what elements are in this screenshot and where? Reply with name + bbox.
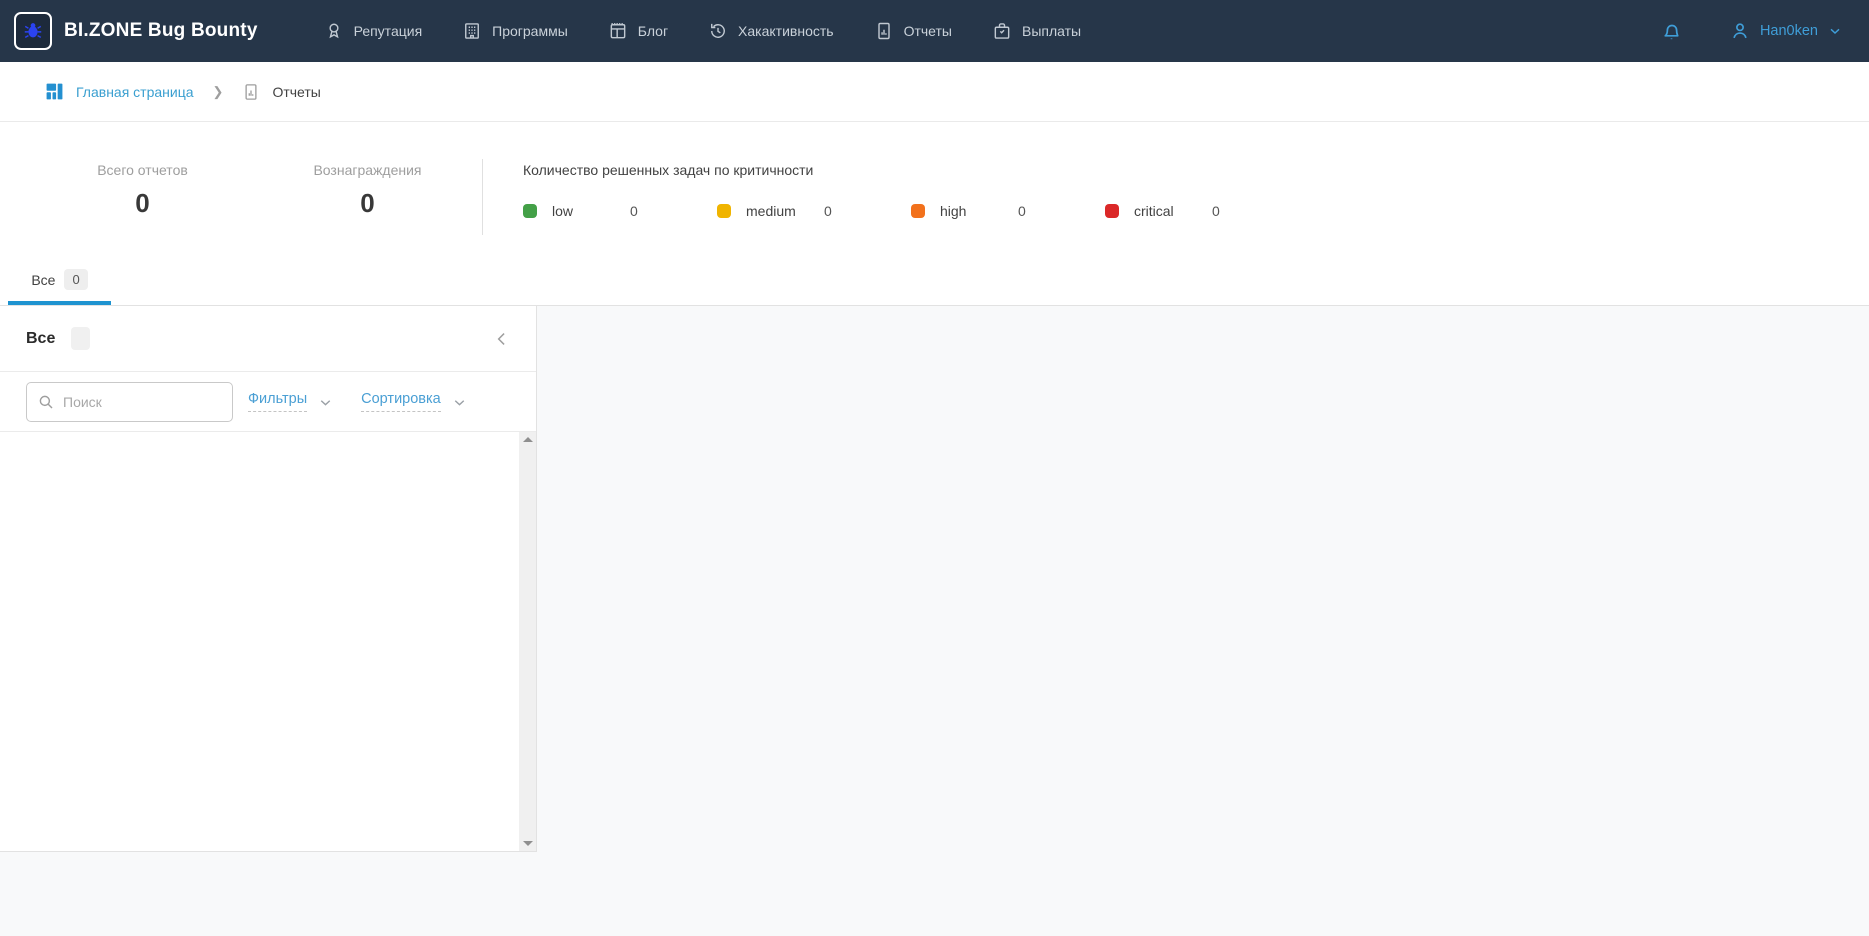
breadcrumb-home-link[interactable]: Главная страница xyxy=(76,84,194,100)
tab-all[interactable]: Все 0 xyxy=(8,258,111,305)
blog-icon xyxy=(608,21,628,41)
panel-toolbar: Фильтры Сортировка xyxy=(0,372,536,432)
chevron-down-icon xyxy=(451,394,468,411)
navbar-right: Han0ken xyxy=(1660,20,1843,43)
search-icon xyxy=(37,393,55,411)
building-icon xyxy=(462,21,482,41)
filters-dropdown[interactable]: Фильтры xyxy=(248,391,334,412)
nav-item-payouts[interactable]: Выплаты xyxy=(992,21,1081,41)
severity-stats: Количество решенных задач по критичности… xyxy=(523,162,1299,258)
nav-item-reports[interactable]: Отчеты xyxy=(874,21,952,41)
severity-legend: low 0 medium 0 high 0 critical 0 xyxy=(523,203,1299,219)
report-doc-icon xyxy=(242,83,260,101)
panel-header: Все xyxy=(0,306,536,372)
severity-label: critical xyxy=(1134,203,1212,219)
reports-tabs: Все 0 xyxy=(0,258,1869,306)
chevron-down-icon xyxy=(1827,23,1843,39)
stat-value: 0 xyxy=(30,188,255,219)
severity-count: 0 xyxy=(824,203,832,219)
main-nav: Репутация Программы Блог xyxy=(324,21,1082,41)
high-swatch-icon xyxy=(911,204,925,218)
vertical-divider xyxy=(482,159,483,235)
chevron-down-icon xyxy=(317,394,334,411)
tab-label: Все xyxy=(31,272,55,288)
breadcrumb-current-label: Отчеты xyxy=(272,84,320,100)
briefcase-icon xyxy=(992,21,1012,41)
breadcrumb-separator-icon: ❯ xyxy=(213,84,224,100)
medium-swatch-icon xyxy=(717,204,731,218)
dashboard-grid-icon xyxy=(45,82,64,101)
reports-empty-list xyxy=(0,432,536,851)
stats-section: Всего отчетов 0 Вознаграждения 0 Количес… xyxy=(0,122,1869,258)
severity-count: 0 xyxy=(1212,203,1220,219)
nav-item-programs[interactable]: Программы xyxy=(462,21,568,41)
scroll-up-arrow-icon[interactable] xyxy=(523,437,533,442)
severity-item-critical: critical 0 xyxy=(1105,203,1299,219)
history-icon xyxy=(708,21,728,41)
severity-item-high: high 0 xyxy=(911,203,1105,219)
nav-item-hackactivity[interactable]: Хакактивность xyxy=(708,21,834,41)
nav-label: Хакактивность xyxy=(738,23,834,39)
breadcrumb-current: Отчеты xyxy=(242,83,320,101)
stat-total-reports: Всего отчетов 0 xyxy=(30,162,255,258)
stat-label: Вознаграждения xyxy=(255,162,480,178)
collapse-panel-chevron-left-icon[interactable] xyxy=(492,329,512,349)
severity-item-medium: medium 0 xyxy=(717,203,911,219)
brand-title: BI.ZONE Bug Bounty xyxy=(64,20,258,42)
breadcrumb: Главная страница ❯ Отчеты xyxy=(0,62,1869,122)
report-detail-empty-area xyxy=(537,306,1869,936)
severity-label: high xyxy=(940,203,1018,219)
user-menu[interactable]: Han0ken xyxy=(1729,20,1843,42)
nav-label: Блог xyxy=(638,23,668,39)
nav-label: Выплаты xyxy=(1022,23,1081,39)
scroll-down-arrow-icon[interactable] xyxy=(523,841,533,846)
report-icon xyxy=(874,21,894,41)
severity-count: 0 xyxy=(1018,203,1026,219)
severity-title: Количество решенных задач по критичности xyxy=(523,162,1299,178)
low-swatch-icon xyxy=(523,204,537,218)
reports-list-panel: Все Фильтры xyxy=(0,306,537,852)
stat-label: Всего отчетов xyxy=(30,162,255,178)
severity-count: 0 xyxy=(630,203,638,219)
nav-label: Отчеты xyxy=(904,23,952,39)
top-navbar: BI.ZONE Bug Bounty Репутация Программы xyxy=(0,0,1869,62)
severity-item-low: low 0 xyxy=(523,203,717,219)
nav-label: Репутация xyxy=(354,23,423,39)
stat-rewards: Вознаграждения 0 xyxy=(255,162,480,258)
tab-count-badge: 0 xyxy=(64,269,87,290)
stat-value: 0 xyxy=(255,188,480,219)
panel-count-badge xyxy=(71,327,90,350)
search-input[interactable] xyxy=(26,382,233,422)
user-name: Han0ken xyxy=(1760,23,1818,39)
content-area: Все Фильтры xyxy=(0,306,1869,936)
panel-title: Все xyxy=(26,330,55,348)
nav-item-blog[interactable]: Блог xyxy=(608,21,668,41)
critical-swatch-icon xyxy=(1105,204,1119,218)
nav-label: Программы xyxy=(492,23,568,39)
user-icon xyxy=(1729,20,1751,42)
breadcrumb-home[interactable]: Главная страница xyxy=(45,82,194,101)
nav-item-reputation[interactable]: Репутация xyxy=(324,21,423,41)
brand-home-link[interactable]: BI.ZONE Bug Bounty xyxy=(14,12,258,50)
sort-label: Сортировка xyxy=(361,391,441,412)
sort-dropdown[interactable]: Сортировка xyxy=(361,391,468,412)
notifications-bell-icon[interactable] xyxy=(1660,20,1683,43)
filters-label: Фильтры xyxy=(248,391,307,412)
bizone-bug-logo-icon xyxy=(14,12,52,50)
severity-label: low xyxy=(552,203,630,219)
list-scrollbar[interactable] xyxy=(519,432,536,851)
severity-label: medium xyxy=(746,203,824,219)
search-wrap xyxy=(26,382,233,422)
medal-icon xyxy=(324,21,344,41)
